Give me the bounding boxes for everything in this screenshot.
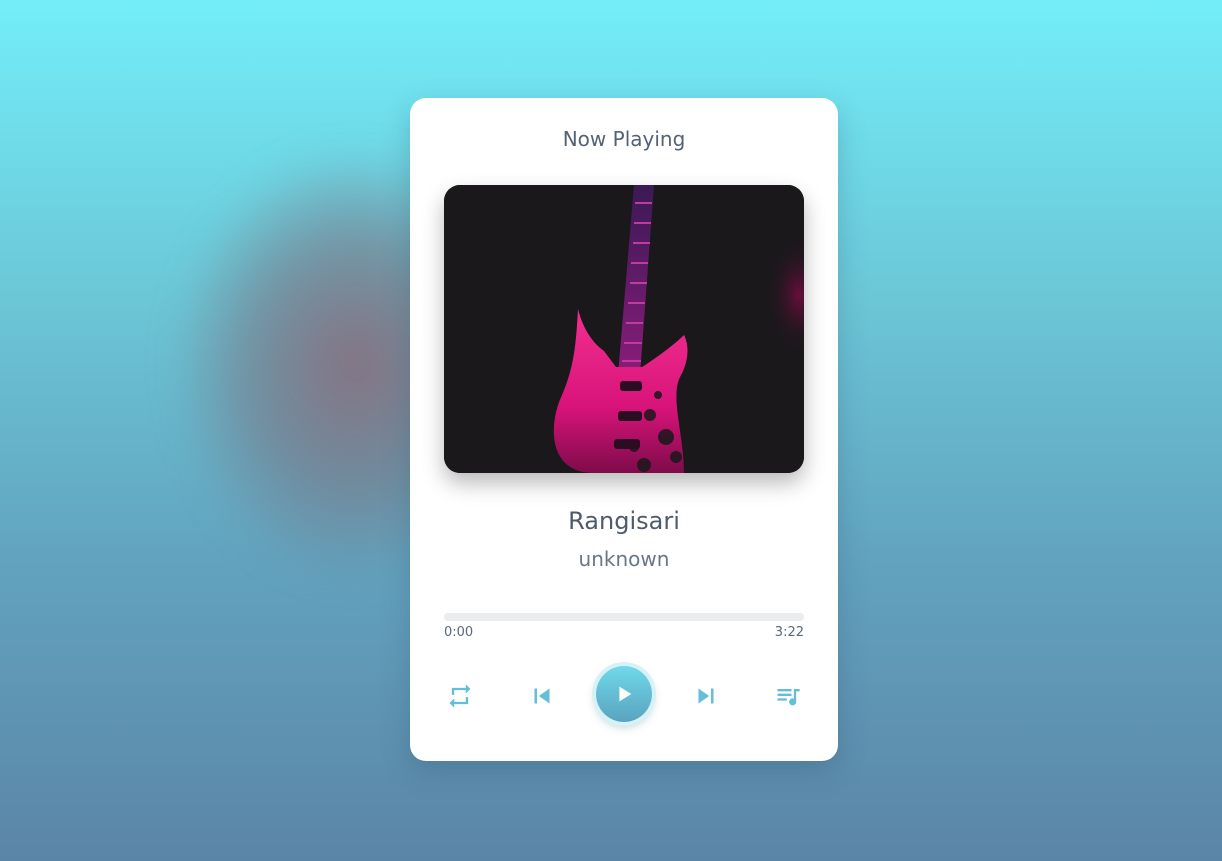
playlist-icon <box>774 682 802 710</box>
play-button[interactable] <box>596 666 652 722</box>
playlist-button[interactable] <box>768 676 808 716</box>
song-title: Rangisari <box>568 507 680 535</box>
repeat-icon <box>446 682 474 710</box>
next-button[interactable] <box>686 676 726 716</box>
music-player-card: Now Playing Rangisari unknown 0:00 3:22 <box>410 98 838 761</box>
repeat-button[interactable] <box>440 676 480 716</box>
now-playing-heading: Now Playing <box>562 127 686 151</box>
current-time: 0:00 <box>444 625 474 640</box>
total-duration: 3:22 <box>774 625 804 640</box>
album-cover <box>444 185 804 473</box>
previous-button[interactable] <box>522 676 562 716</box>
progress-bar[interactable] <box>444 613 804 621</box>
skip-previous-icon <box>527 681 557 711</box>
guitar-album-art <box>444 185 804 473</box>
skip-next-icon <box>691 681 721 711</box>
song-artist: unknown <box>578 547 670 571</box>
play-icon <box>613 683 635 705</box>
